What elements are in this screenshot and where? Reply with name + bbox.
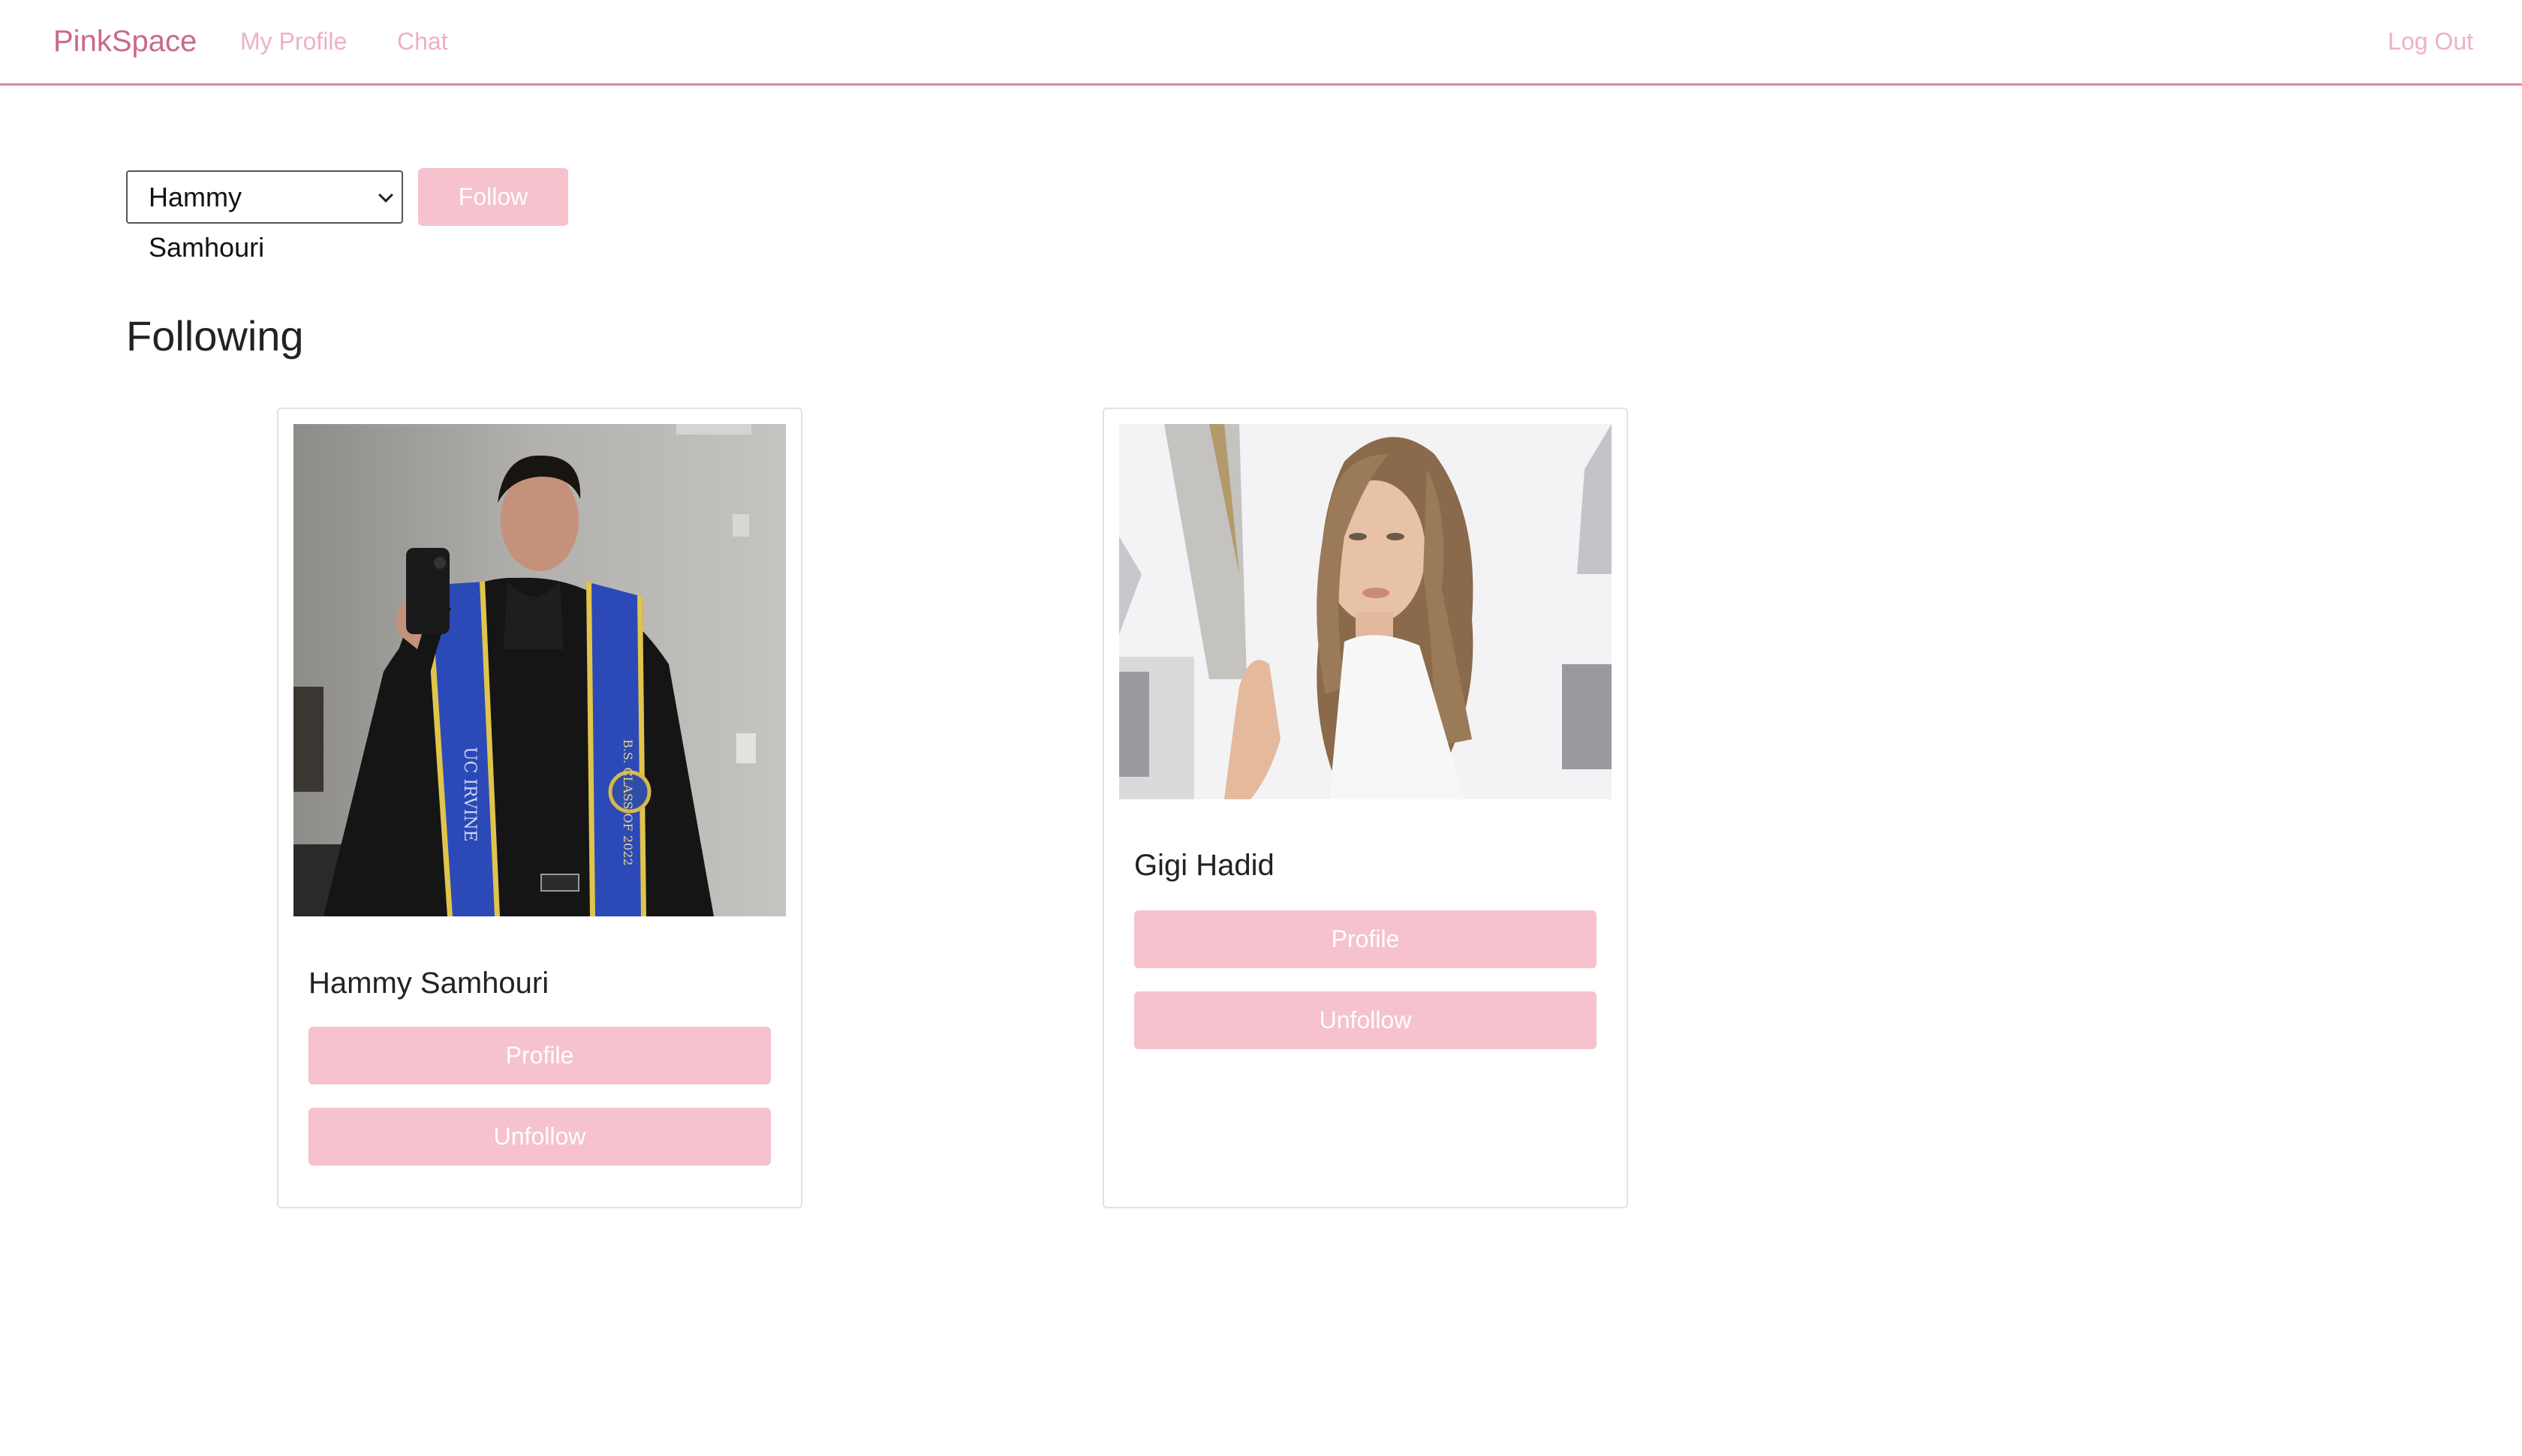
stole-text-right: B.S. CLASS OF 2022	[621, 739, 635, 866]
following-card: Gigi Hadid Profile Unfollow	[1103, 408, 1628, 1208]
chevron-down-icon	[378, 188, 393, 203]
unfollow-button[interactable]: Unfollow	[308, 1108, 771, 1166]
profile-button[interactable]: Profile	[1134, 910, 1597, 968]
following-heading: Following	[126, 312, 304, 359]
card-user-name: Gigi Hadid	[1134, 849, 1275, 882]
nav-chat-link[interactable]: Chat	[397, 26, 448, 57]
top-navbar: PinkSpace My Profile Chat Log Out	[0, 0, 2522, 86]
profile-button[interactable]: Profile	[308, 1027, 771, 1084]
nav-my-profile-link[interactable]: My Profile	[240, 26, 347, 57]
following-card: UC IRVINE B.S. CLASS OF 2022 Hammy Samho…	[277, 408, 802, 1208]
brand-logo-link[interactable]: PinkSpace	[53, 23, 197, 60]
profile-photo: UC IRVINE B.S. CLASS OF 2022	[293, 424, 786, 916]
unfollow-button[interactable]: Unfollow	[1134, 991, 1597, 1049]
profile-photo	[1119, 424, 1612, 799]
follow-button[interactable]: Follow	[418, 168, 568, 226]
logout-link[interactable]: Log Out	[2388, 26, 2473, 57]
stole-text-left: UC IRVINE	[460, 747, 479, 842]
selected-user-value: Hammy Samhouri	[149, 182, 265, 263]
user-select-dropdown[interactable]: Hammy Samhouri	[126, 170, 403, 263]
card-user-name: Hammy Samhouri	[308, 967, 549, 1000]
